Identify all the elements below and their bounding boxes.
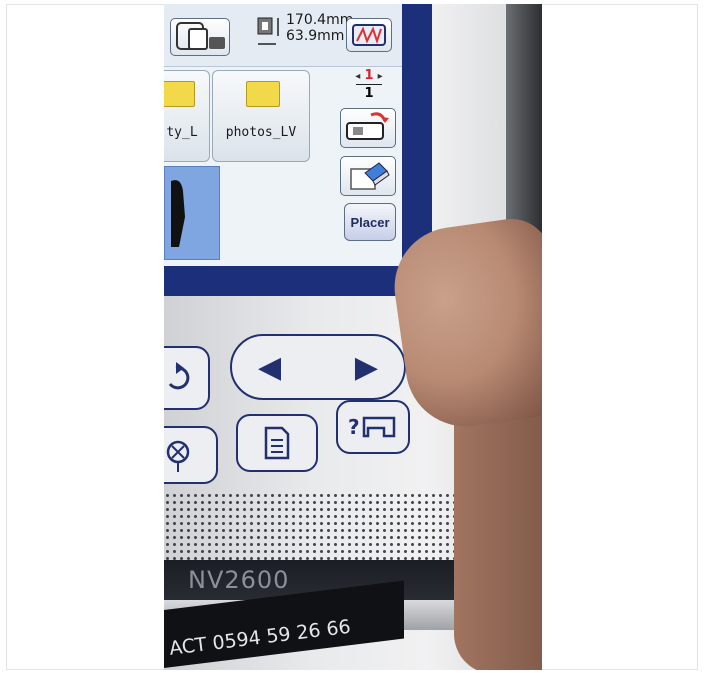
page-prev-icon[interactable]: ◂ [355, 71, 360, 82]
send-to-machine-icon [346, 112, 389, 140]
embroidery-mode-icon [352, 24, 386, 46]
arrow-right-icon[interactable]: ▶ [355, 350, 378, 385]
pattern-size-icon [256, 16, 282, 50]
eraser-icon [350, 162, 390, 190]
arrow-hw-button[interactable]: ◀ ▶ [230, 334, 406, 400]
svg-text:?: ? [348, 415, 360, 439]
arrow-left-icon[interactable]: ◀ [258, 350, 281, 385]
silhouette-icon [171, 180, 185, 247]
rotate-hw-button[interactable] [164, 346, 210, 410]
rotate-icon [168, 362, 190, 390]
embroidery-mode-button[interactable] [346, 18, 392, 52]
photo: 170.4mm 63.9mm ty_L photos_LV ◂ 1 ▸ 1 Pl… [164, 4, 542, 670]
height-value: 63.9mm [286, 28, 345, 44]
pattern-thumbnail[interactable] [164, 166, 220, 260]
delete-button[interactable] [340, 156, 396, 196]
dimension-readout: 170.4mm 63.9mm [286, 12, 354, 44]
page-current: 1 [364, 68, 374, 83]
file-item-1[interactable]: ty_L [164, 70, 210, 162]
needle-icon [166, 440, 190, 472]
page-total: 1 [364, 86, 374, 101]
file-label: ty_L [166, 125, 198, 140]
page-next-icon[interactable]: ▸ [378, 71, 383, 82]
file-item-2[interactable]: photos_LV [212, 70, 310, 162]
screen-top-bar: 170.4mm 63.9mm [164, 4, 402, 67]
folder-icon [246, 81, 280, 107]
screen-bezel: 170.4mm 63.9mm ty_L photos_LV ◂ 1 ▸ 1 Pl… [164, 4, 432, 296]
lcd-screen: 170.4mm 63.9mm ty_L photos_LV ◂ 1 ▸ 1 Pl… [164, 4, 402, 266]
help-sewing-icon: ? [348, 415, 396, 439]
memory-hw-button[interactable] [236, 414, 318, 472]
send-to-machine-button[interactable] [340, 108, 396, 148]
placer-button[interactable]: Placer [344, 203, 396, 241]
help-hw-button[interactable]: ? [336, 400, 410, 454]
file-label: photos_LV [225, 125, 297, 140]
frame-select-icon [176, 22, 225, 50]
folder-icon [164, 81, 195, 107]
frame-select-button[interactable] [170, 18, 230, 56]
page-navigator: ◂ 1 ▸ 1 [344, 68, 394, 101]
model-name: NV2600 [188, 566, 290, 594]
needle-hw-button[interactable] [164, 426, 218, 484]
width-value: 170.4mm [286, 12, 354, 28]
memory-icon [264, 426, 290, 460]
